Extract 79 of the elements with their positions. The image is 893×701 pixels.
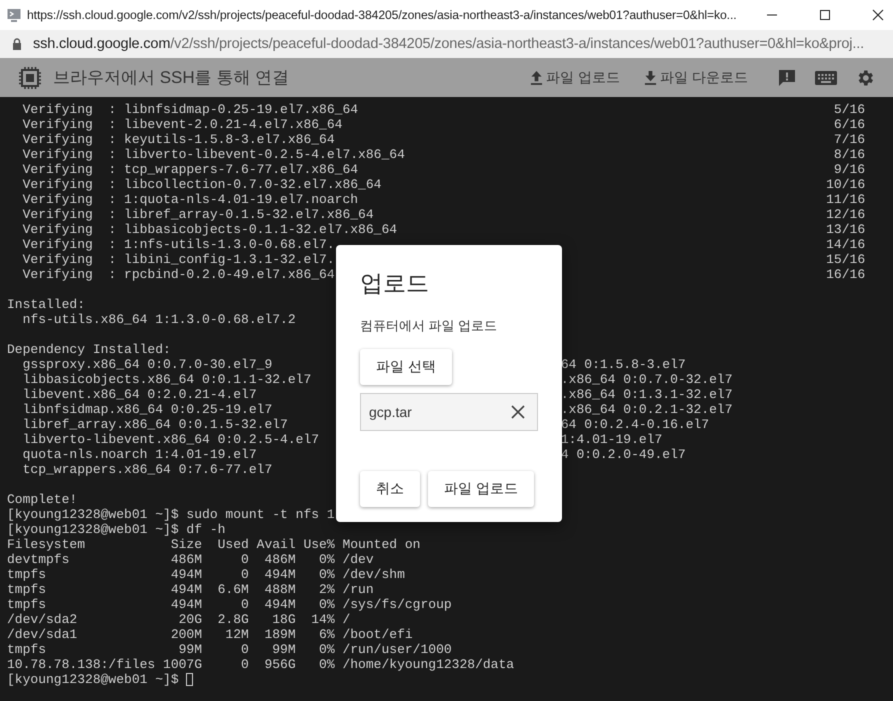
progress-count: 12/16 [826,207,866,222]
progress-count: 10/16 [826,177,866,192]
terminal-line: tmpfs 494M 0 494M 0% /dev/shm [7,567,405,582]
close-icon[interactable] [511,405,525,419]
terminal-line: libverto-libevent.x86_64 0:0.2.5-4.el7 [22,432,320,447]
progress-count: 13/16 [826,222,866,237]
keyboard-icon[interactable] [815,70,837,86]
progress-count: 5/16 [834,102,866,117]
choose-file-button[interactable]: 파일 선택 [360,349,452,385]
close-icon[interactable] [872,9,884,21]
terminal-icon [7,8,21,22]
terminal-line: Complete! [7,492,78,507]
terminal-line: .x86_64 0:0.2.1-32.el7 [560,402,733,417]
terminal-line: Verifying : libini_config-1.3.1-32.el7. [22,252,335,267]
terminal-line: Verifying : rpcbind-0.2.0-49.el7.x86_64 [22,267,335,282]
terminal-line: libbasicobjects.x86_64 0:0.1.1-32.el7 [22,372,312,387]
upload-button[interactable]: 파일 업로드 [428,471,534,507]
terminal-line: 4 0:0.2.0-49.el7 [560,447,686,462]
text-cursor [186,673,194,686]
terminal-line: libref_array.x86_64 0:0.1.5-32.el7 [22,417,288,432]
terminal-line: tmpfs 494M 0 494M 0% /sys/fs/cgroup [7,597,452,612]
terminal-line: [kyoung12328@web01 ~]$ df -h [7,522,226,537]
terminal-line: Verifying : tcp_wrappers-7.6-77.el7.x86_64 [22,162,358,177]
upload-icon [530,70,544,85]
app-title: 브라우저에서 SSH를 통해 연결 [53,67,290,89]
upload-file-button[interactable]: 파일 업로드 [546,68,620,86]
terminal-line: tmpfs 99M 0 99M 0% /run/user/1000 [7,642,452,657]
terminal-line: Verifying : libref_array-0.1.5-32.el7.x86_64 [22,207,374,222]
terminal-line: /dev/sda1 200M 12M 189M 6% /boot/efi [7,627,413,642]
terminal-line: devtmpfs 486M 0 486M 0% /dev [7,552,374,567]
url-text: ssh.cloud.google.com/v2/ssh/projects/peaceful-doodad-384205/zones/asia-northeast3-a/instances/web01?authuser=0&hl=ko&proj... [33,36,864,52]
lock-icon [12,38,22,50]
terminal-line: Verifying : libverto-libevent-0.2.5-4.el7.x86_64 [22,147,405,162]
download-icon [644,70,658,85]
terminal-line: libnfsidmap.x86_64 0:0.25-19.el7 [22,402,272,417]
progress-count: 6/16 [834,117,866,132]
terminal-line: tmpfs 494M 6.6M 488M 2% /run [7,582,374,597]
file-name: gcp.tar [369,404,412,420]
terminal-line: /dev/sda2 20G 2.8G 18G 14% / [7,612,350,627]
terminal-line: [kyoung12328@web01 ~]$ sudo mount -t nfs 1 [7,507,335,522]
progress-count: 16/16 [826,267,866,282]
dialog-subtitle: 컴퓨터에서 파일 업로드 [360,317,498,335]
chip-icon [18,66,42,90]
terminal-line: Installed: [7,297,86,312]
terminal-line: 1:4.01-19.el7 [560,432,662,447]
terminal-line: Verifying : 1:quota-nls-4.01-19.el7.noarch [22,192,358,207]
terminal-line: Verifying : keyutils-1.5.8-3.el7.x86_64 [22,132,335,147]
download-file-button[interactable]: 파일 다운로드 [660,68,748,86]
progress-count: 15/16 [826,252,866,267]
terminal-line: Verifying : libevent-2.0.21-4.el7.x86_64 [22,117,342,132]
terminal-line: quota-nls.noarch 1:4.01-19.el7 [22,447,257,462]
terminal-line: .x86_64 0:0.7.0-32.el7 [560,372,733,387]
terminal-line: 64 0:1.5.8-3.el7 [560,357,686,372]
window-title: https://ssh.cloud.google.com/v2/ssh/projects/peaceful-doodad-384205/zones/asia-northeast3-a/instances/web01?authuser=0&hl=ko... [27,8,738,22]
terminal-line: libevent.x86_64 0:2.0.21-4.el7 [22,387,257,402]
progress-count: 8/16 [834,147,866,162]
address-bar[interactable]: ssh.cloud.google.com/v2/ssh/projects/peaceful-doodad-384205/zones/asia-northeast3-a/instances/web01?authuser=0&hl=ko&proj... [0,30,893,58]
terminal-line: Verifying : libnfsidmap-0.25-19.el7.x86_64 [22,102,358,117]
terminal-line: Verifying : libbasicobjects-0.1.1-32.el7.x86_64 [22,222,398,237]
terminal-line: Verifying : libcollection-0.7.0-32.el7.x86_64 [22,177,382,192]
file-field[interactable]: gcp.tar [360,393,538,431]
terminal-prompt: [kyoung12328@web01 ~]$ [7,672,180,687]
terminal-line: 10.78.78.138:/files 1007G 0 956G 0% /home/kyoung12328/data [7,657,514,672]
terminal-line: 64 0:0.2.4-0.16.el7 [560,417,710,432]
progress-count: 7/16 [834,132,866,147]
dialog-title: 업로드 [360,269,429,298]
terminal-line: Verifying : 1:nfs-utils-1.3.0-0.68.el7. [22,237,335,252]
terminal-line: tcp_wrappers.x86_64 0:7.6-77.el7 [22,462,272,477]
progress-count: 14/16 [826,237,866,252]
progress-count: 11/16 [826,192,866,207]
maximize-icon[interactable] [819,9,831,21]
terminal-line: nfs-utils.x86_64 1:1.3.0-0.68.el7.2 [22,312,296,327]
terminal-line: .x86_64 0:1.3.1-32.el7 [560,387,733,402]
feedback-icon[interactable] [777,68,797,88]
terminal-line: gssproxy.x86_64 0:0.7.0-30.el7_9 [22,357,272,372]
progress-count: 9/16 [834,162,866,177]
cancel-button[interactable]: 취소 [360,471,420,507]
terminal-line: Dependency Installed: [7,342,171,357]
terminal-line: Filesystem Size Used Avail Use% Mounted on [7,537,420,552]
